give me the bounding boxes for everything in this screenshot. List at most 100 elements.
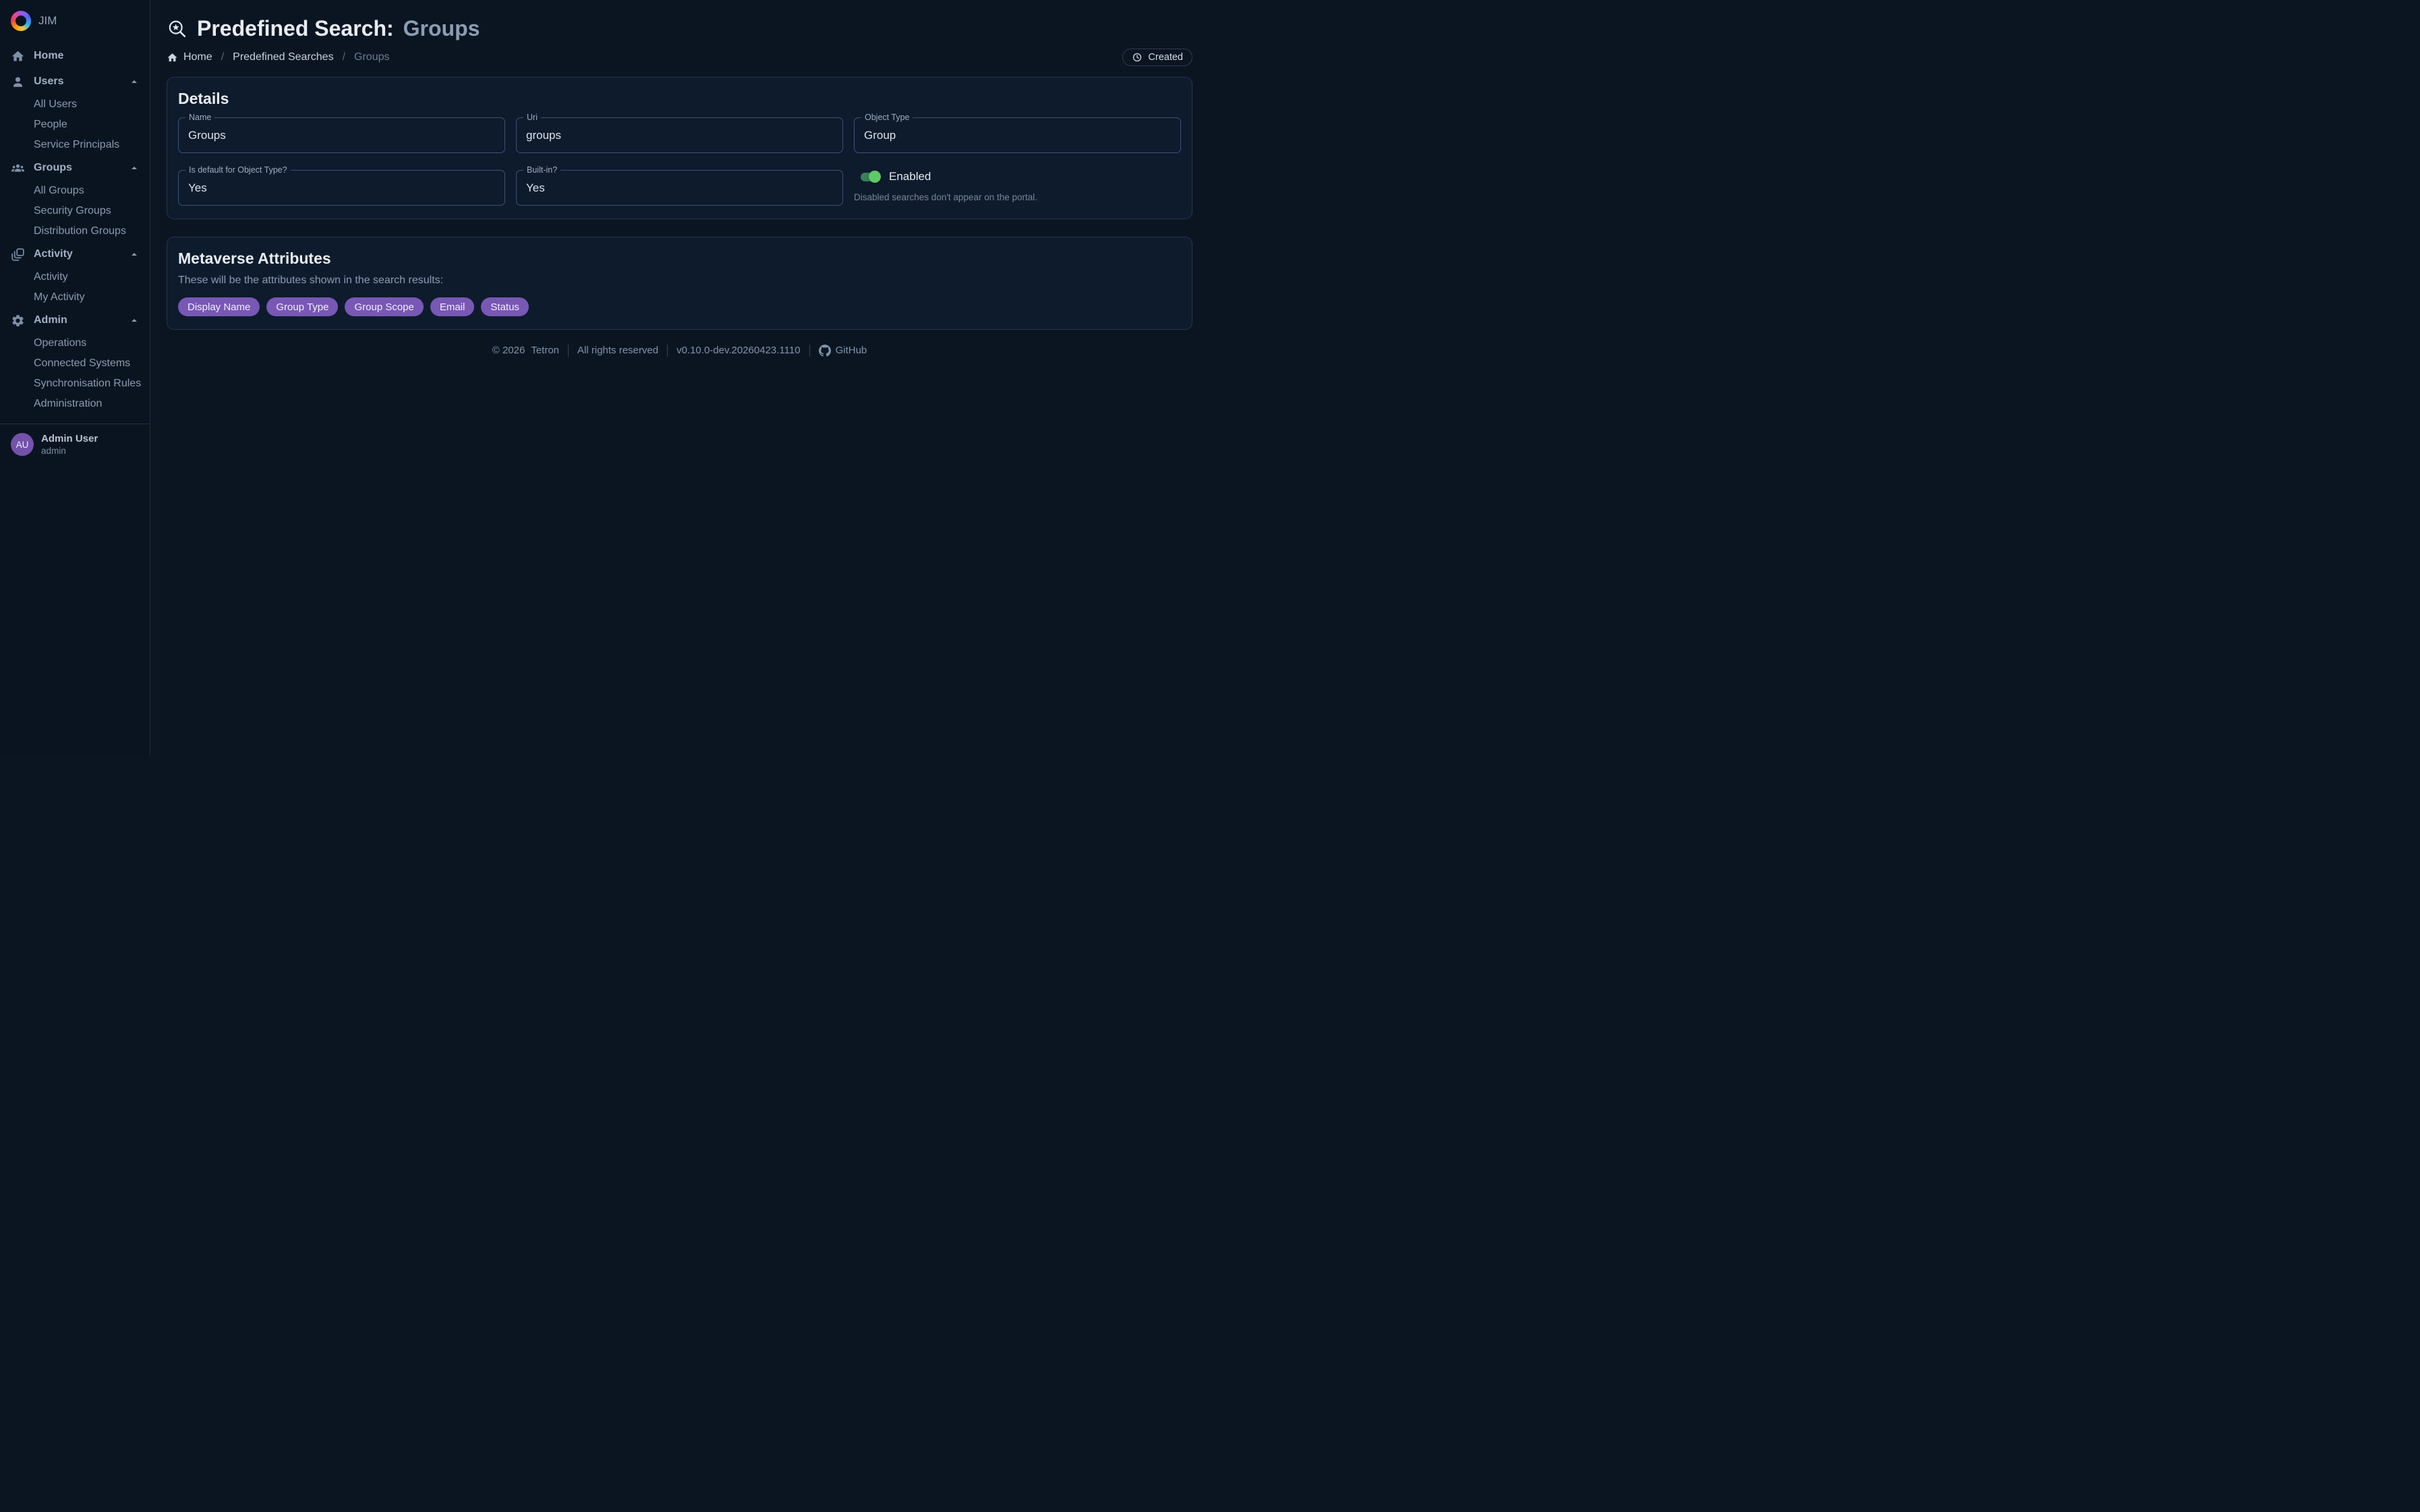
sidebar-user[interactable]: AU Admin User admin (0, 424, 150, 465)
attribute-chips: Display Name Group Type Group Scope Emai… (178, 297, 1181, 316)
sidebar-item-admin[interactable]: Admin (0, 308, 150, 333)
sidebar-item-my-activity[interactable]: My Activity (0, 287, 150, 308)
page-title: Predefined Search: Groups (167, 15, 1192, 42)
details-field-grid: Name Groups Uri groups Object Type Group… (178, 117, 1181, 206)
attribute-chip-email: Email (430, 297, 475, 316)
page-title-highlight: Groups (403, 15, 480, 42)
attribute-chip-group-scope: Group Scope (345, 297, 423, 316)
is-default-field-label: Is default for Object Type? (185, 165, 291, 175)
toggle-knob (869, 171, 881, 183)
uri-field-value: groups (526, 129, 561, 142)
breadcrumb-separator (343, 51, 345, 63)
sidebar-item-home[interactable]: Home (0, 43, 150, 69)
object-type-field-label: Object Type (861, 113, 913, 123)
is-default-field-value: Yes (188, 181, 207, 195)
sidebar-item-label: Groups (34, 162, 72, 174)
sidebar-item-label: Users (34, 76, 63, 88)
sidebar-item-label: Admin (34, 314, 67, 326)
sidebar-item-security-groups[interactable]: Security Groups (0, 201, 150, 221)
page-title-prefix: Predefined Search: (197, 15, 394, 42)
sidebar-item-connected-systems[interactable]: Connected Systems (0, 353, 150, 374)
github-link[interactable]: GitHub (819, 343, 867, 358)
enabled-toggle-cell: Enabled Disabled searches don't appear o… (854, 170, 1181, 206)
footer-separator (809, 345, 810, 357)
user-icon (11, 75, 25, 89)
enabled-toggle-helper: Disabled searches don't appear on the po… (854, 192, 1181, 202)
chevron-up-icon (129, 163, 139, 173)
chevron-up-icon (129, 77, 139, 86)
enabled-toggle[interactable] (861, 171, 881, 183)
clock-icon (1132, 52, 1143, 63)
details-card: Details Name Groups Uri groups Object Ty… (167, 77, 1192, 219)
attribute-chip-display-name: Display Name (178, 297, 260, 316)
breadcrumb-home-label: Home (183, 51, 212, 63)
home-icon (11, 49, 25, 63)
github-icon (819, 345, 831, 357)
sidebar-nav: Home Users All Users People Service Prin… (0, 43, 150, 414)
chevron-up-icon (129, 316, 139, 325)
attribute-chip-group-type: Group Type (266, 297, 338, 316)
chevron-up-icon (129, 250, 139, 259)
breadcrumb-home[interactable]: Home (167, 51, 212, 63)
sidebar-item-synchronisation-rules[interactable]: Synchronisation Rules (0, 374, 150, 394)
sidebar-item-groups[interactable]: Groups (0, 155, 150, 181)
search-star-icon (167, 18, 188, 39)
breadcrumb-predefined-searches[interactable]: Predefined Searches (233, 51, 333, 63)
footer-company: Tetron (531, 343, 559, 358)
footer-separator (568, 345, 569, 357)
app-window: JIM Home Users All Users People (0, 0, 1210, 756)
metaverse-attributes-card: Metaverse Attributes These will be the a… (167, 237, 1192, 330)
sidebar-item-label: Activity (34, 248, 73, 260)
breadcrumb-separator (221, 51, 224, 63)
app-logo-icon (11, 11, 31, 31)
user-role: admin (41, 445, 98, 457)
footer-version: v0.10.0-dev.20260423.1110 (676, 343, 801, 358)
users-group-icon (11, 161, 25, 175)
name-field-label: Name (185, 113, 214, 123)
footer-copyright: © 2026 (492, 343, 525, 358)
built-in-field-value: Yes (526, 181, 545, 195)
sidebar-item-people[interactable]: People (0, 115, 150, 135)
sidebar-item-all-groups[interactable]: All Groups (0, 181, 150, 201)
attributes-card-title: Metaverse Attributes (178, 249, 1181, 268)
sidebar-item-service-principals[interactable]: Service Principals (0, 135, 150, 155)
enabled-toggle-label: Enabled (889, 170, 931, 183)
footer: © 2026 Tetron All rights reserved v0.10.… (167, 343, 1192, 358)
is-default-field[interactable]: Is default for Object Type? Yes (178, 170, 505, 206)
gear-icon (11, 314, 25, 328)
main-content: Predefined Search: Groups Home Predefine… (150, 0, 1210, 756)
sidebar-item-distribution-groups[interactable]: Distribution Groups (0, 221, 150, 241)
breadcrumb: Home Predefined Searches Groups Created (167, 49, 1192, 66)
details-card-title: Details (178, 89, 1181, 108)
status-badge: Created (1122, 49, 1192, 66)
github-link-label: GitHub (836, 343, 867, 358)
uri-field-label: Uri (523, 113, 541, 123)
stack-icon (11, 248, 25, 262)
sidebar-item-operations[interactable]: Operations (0, 333, 150, 353)
status-badge-label: Created (1148, 52, 1183, 63)
footer-rights: All rights reserved (577, 343, 658, 358)
object-type-field-value: Group (864, 129, 896, 142)
attributes-subtitle: These will be the attributes shown in th… (178, 274, 1181, 287)
name-field[interactable]: Name Groups (178, 117, 505, 153)
footer-separator (667, 345, 668, 357)
user-name: Admin User (41, 432, 98, 445)
built-in-field-label: Built-in? (523, 165, 560, 175)
sidebar-item-all-users[interactable]: All Users (0, 94, 150, 115)
uri-field[interactable]: Uri groups (516, 117, 843, 153)
sidebar: JIM Home Users All Users People (0, 0, 150, 756)
sidebar-item-label: Home (34, 50, 63, 62)
attribute-chip-status: Status (481, 297, 529, 316)
sidebar-item-users[interactable]: Users (0, 69, 150, 94)
sidebar-item-activity[interactable]: Activity (0, 241, 150, 267)
avatar: AU (11, 433, 34, 456)
breadcrumb-current: Groups (354, 51, 389, 63)
home-icon (167, 52, 178, 63)
sidebar-item-activity-sub[interactable]: Activity (0, 267, 150, 287)
name-field-value: Groups (188, 129, 226, 142)
app-name: JIM (38, 14, 57, 28)
app-logo-row[interactable]: JIM (0, 0, 150, 31)
sidebar-item-administration[interactable]: Administration (0, 394, 150, 414)
object-type-field[interactable]: Object Type Group (854, 117, 1181, 153)
built-in-field[interactable]: Built-in? Yes (516, 170, 843, 206)
